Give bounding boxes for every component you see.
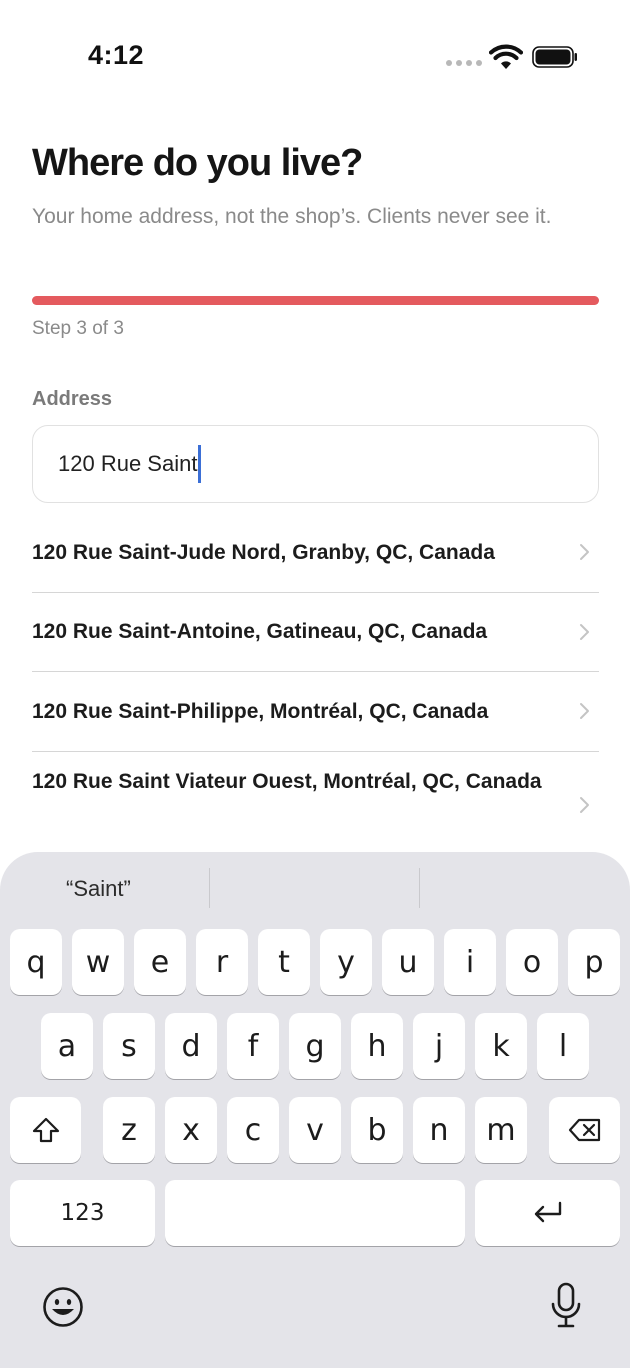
chevron-right-icon (580, 544, 589, 561)
delete-icon (568, 1118, 600, 1142)
key-o[interactable]: o (506, 929, 558, 995)
key-label: t (278, 944, 290, 980)
key-j[interactable]: j (413, 1013, 465, 1079)
key-label: o (522, 944, 542, 980)
key-label: j (434, 1028, 444, 1064)
key-m[interactable]: m (475, 1097, 527, 1163)
suggestion-item[interactable]: 120 Rue Saint-Philippe, Montréal, QC, Ca… (32, 672, 599, 752)
key-p[interactable]: p (568, 929, 620, 995)
key-h[interactable]: h (351, 1013, 403, 1079)
key-label: y (337, 944, 355, 980)
key-label: f (247, 1028, 259, 1064)
key-n[interactable]: n (413, 1097, 465, 1163)
chevron-right-icon (580, 703, 589, 720)
prediction-suggestion[interactable]: “Saint” (66, 876, 131, 902)
key-label: s (121, 1028, 137, 1064)
page-subtitle: Your home address, not the shop’s. Clien… (32, 205, 552, 228)
key-c[interactable]: c (227, 1097, 279, 1163)
status-bar: 4:12 (0, 0, 630, 110)
key-k[interactable]: k (475, 1013, 527, 1079)
key-r[interactable]: r (196, 929, 248, 995)
return-icon (534, 1201, 561, 1223)
suggestion-text: 120 Rue Saint-Antoine, Gatineau, QC, Can… (32, 620, 488, 644)
key-t[interactable]: t (258, 929, 310, 995)
key-v[interactable]: v (289, 1097, 341, 1163)
key-label: p (584, 944, 604, 980)
key-label: l (558, 1028, 568, 1064)
key-label: v (306, 1112, 324, 1148)
key-label: h (367, 1028, 387, 1064)
key-label: d (181, 1028, 201, 1064)
status-time: 4:12 (88, 40, 145, 70)
suggestion-text: 120 Rue Saint Viateur Ouest, Montréal, Q… (32, 769, 542, 793)
key-label: q (26, 944, 46, 980)
key-u[interactable]: u (382, 929, 434, 995)
key-label: w (85, 944, 111, 980)
key-label: k (492, 1028, 510, 1064)
on-screen-keyboard: “Saint” q w e r t y u i o p a s d f g h j k l z x c v b n m 123 (0, 852, 630, 1368)
progress-bar-fill (32, 296, 599, 305)
key-label: g (305, 1028, 325, 1064)
key-label: n (429, 1112, 449, 1148)
address-suggestions-list: 120 Rue Saint-Jude Nord, Granby, QC, Can… (32, 513, 599, 852)
step-label: Step 3 of 3 (32, 318, 124, 339)
key-delete[interactable] (549, 1097, 620, 1163)
address-label: Address (32, 388, 113, 410)
key-label: x (182, 1112, 200, 1148)
key-s[interactable]: s (103, 1013, 155, 1079)
key-b[interactable]: b (351, 1097, 403, 1163)
key-d[interactable]: d (165, 1013, 217, 1079)
key-label: z (121, 1112, 137, 1148)
key-i[interactable]: i (444, 929, 496, 995)
address-input[interactable]: 120 Rue Saint (32, 425, 599, 503)
key-e[interactable]: e (134, 929, 186, 995)
cellular-signal-icon (446, 60, 482, 66)
microphone-icon[interactable] (550, 1282, 582, 1330)
text-caret (198, 445, 202, 483)
chevron-right-icon (580, 796, 589, 813)
wifi-icon (489, 44, 523, 69)
battery-icon (532, 46, 577, 68)
key-label: r (215, 944, 229, 980)
numbers-key-label: 123 (60, 1200, 105, 1226)
key-space[interactable] (165, 1180, 465, 1246)
key-return[interactable] (475, 1180, 620, 1246)
key-x[interactable]: x (165, 1097, 217, 1163)
key-numbers[interactable]: 123 (10, 1180, 155, 1246)
key-label: u (398, 944, 418, 980)
key-w[interactable]: w (72, 929, 124, 995)
key-z[interactable]: z (103, 1097, 155, 1163)
address-input-value: 120 Rue Saint (58, 451, 198, 476)
key-label: a (57, 1028, 77, 1064)
key-f[interactable]: f (227, 1013, 279, 1079)
key-shift[interactable] (10, 1097, 81, 1163)
emoji-icon[interactable] (42, 1286, 84, 1328)
suggestion-text: 120 Rue Saint-Philippe, Montréal, QC, Ca… (32, 699, 489, 723)
prediction-divider (209, 868, 210, 908)
key-y[interactable]: y (320, 929, 372, 995)
shift-icon (32, 1117, 59, 1143)
page-title: Where do you live? (32, 142, 363, 184)
key-label: b (367, 1112, 387, 1148)
prediction-divider (419, 868, 420, 908)
key-label: e (150, 944, 170, 980)
suggestion-item[interactable]: 120 Rue Saint-Antoine, Gatineau, QC, Can… (32, 593, 599, 672)
key-l[interactable]: l (537, 1013, 589, 1079)
chevron-right-icon (580, 623, 589, 640)
key-label: m (486, 1112, 516, 1148)
key-label: c (244, 1112, 262, 1148)
key-g[interactable]: g (289, 1013, 341, 1079)
key-a[interactable]: a (41, 1013, 93, 1079)
suggestion-item[interactable]: 120 Rue Saint-Jude Nord, Granby, QC, Can… (32, 513, 599, 593)
progress-bar (32, 296, 599, 305)
suggestion-text: 120 Rue Saint-Jude Nord, Granby, QC, Can… (32, 540, 495, 564)
predictive-bar: “Saint” (0, 852, 630, 922)
key-label: i (465, 944, 475, 980)
key-q[interactable]: q (10, 929, 62, 995)
suggestion-item[interactable]: 120 Rue Saint Viateur Ouest, Montréal, Q… (32, 752, 599, 852)
